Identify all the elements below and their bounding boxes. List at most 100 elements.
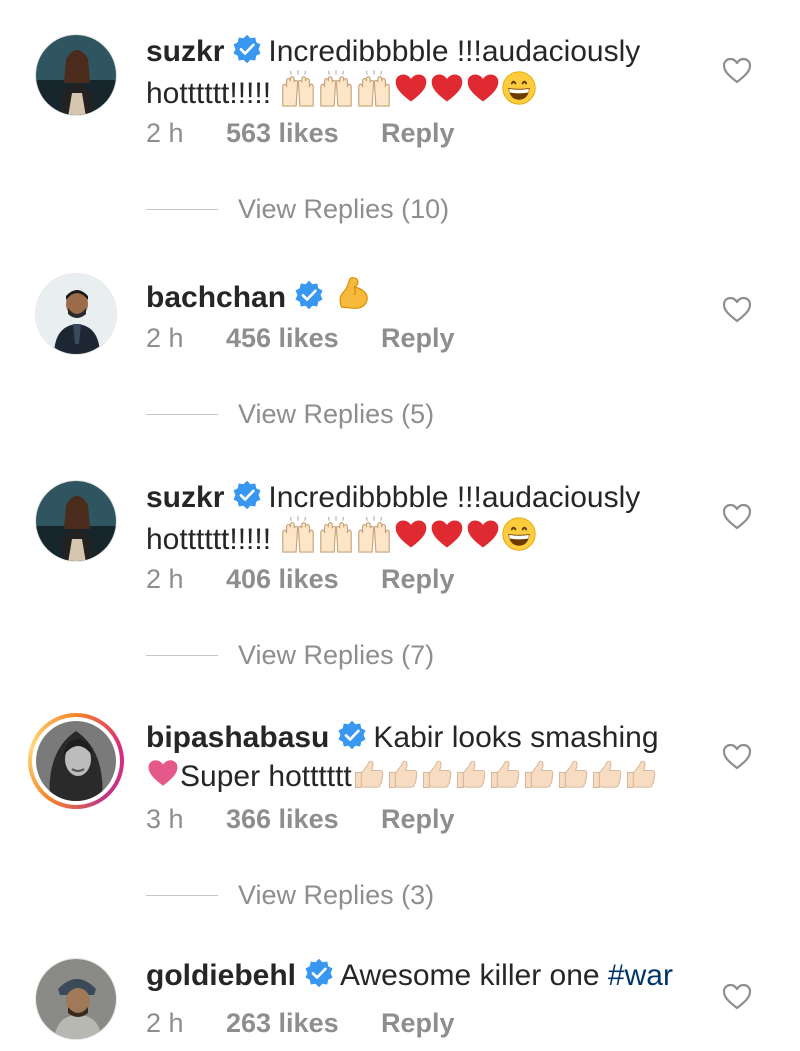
view-replies[interactable]: View Replies (10) xyxy=(146,192,449,226)
raising-hands-emoji xyxy=(317,70,355,108)
like-heart-icon[interactable] xyxy=(722,742,752,772)
reply-button[interactable]: Reply xyxy=(381,802,455,836)
verified-badge-icon xyxy=(337,720,367,750)
view-replies[interactable]: View Replies (3) xyxy=(146,878,434,912)
like-heart-icon[interactable] xyxy=(722,295,752,325)
view-replies-label[interactable]: View Replies (10) xyxy=(238,194,449,225)
like-heart-icon[interactable] xyxy=(722,56,752,86)
avatar[interactable] xyxy=(28,713,124,809)
comment-meta: 3 h 366 likes Reply xyxy=(146,802,455,836)
red-heart-emoji xyxy=(429,516,465,552)
thumbs-up-emoji xyxy=(352,757,386,791)
username[interactable]: suzkr xyxy=(146,35,224,68)
like-heart-icon[interactable] xyxy=(722,502,752,532)
comment-meta: 2 h 456 likes Reply xyxy=(146,321,455,355)
thumbs-up-emoji xyxy=(454,757,488,791)
emoji-row xyxy=(279,70,537,108)
comment-text: Kabir looks smashing xyxy=(373,721,659,754)
red-heart-emoji xyxy=(465,516,501,552)
thumbs-up-emoji xyxy=(556,757,590,791)
username[interactable]: bipashabasu xyxy=(146,721,329,754)
divider-line xyxy=(146,413,218,415)
emoji-row xyxy=(352,757,658,791)
comment-text-block: bachchan xyxy=(146,273,716,316)
divider-line xyxy=(146,208,218,210)
username[interactable]: suzkr xyxy=(146,481,224,514)
divider-line xyxy=(146,654,218,656)
comment-text-block: bipashabasu Kabir looks smashing Super ho… xyxy=(146,720,716,795)
flexed-biceps-emoji xyxy=(334,273,372,311)
hashtag-link[interactable]: #war xyxy=(608,959,673,992)
comment-text-block: goldiebehl Awesome killer one #war xyxy=(146,958,716,994)
comment-body: suzkr Incredibbbble !!!audaciously hotttt… xyxy=(146,34,716,112)
likes-count[interactable]: 263 likes xyxy=(226,1006,381,1040)
pink-heart-emoji xyxy=(146,756,180,790)
raising-hands-emoji xyxy=(355,70,393,108)
comment-text-block: suzkr Incredibbbble !!!audaciously hotttt… xyxy=(146,34,716,112)
view-replies[interactable]: View Replies (7) xyxy=(146,638,434,672)
reply-button[interactable]: Reply xyxy=(381,321,455,355)
view-replies-label[interactable]: View Replies (3) xyxy=(238,880,434,911)
verified-badge-icon xyxy=(232,34,262,64)
avatar-image xyxy=(36,35,116,115)
thumbs-up-emoji xyxy=(386,757,420,791)
username[interactable]: bachchan xyxy=(146,281,286,314)
reply-button[interactable]: Reply xyxy=(381,116,455,150)
verified-badge-icon xyxy=(232,480,262,510)
comment-text: Awesome killer one xyxy=(340,959,600,992)
raising-hands-emoji xyxy=(317,516,355,554)
comment-body: goldiebehl Awesome killer one #war xyxy=(146,958,716,994)
red-heart-emoji xyxy=(429,70,465,106)
divider-line xyxy=(146,894,218,896)
view-replies-label[interactable]: View Replies (5) xyxy=(238,399,434,430)
raising-hands-emoji xyxy=(279,516,317,554)
avatar[interactable] xyxy=(35,480,117,562)
likes-count[interactable]: 366 likes xyxy=(226,802,381,836)
comment-time: 2 h xyxy=(146,1008,184,1038)
thumbs-up-emoji xyxy=(420,757,454,791)
view-replies-label[interactable]: View Replies (7) xyxy=(238,640,434,671)
comments-feed: suzkr Incredibbbble !!!audaciously hotttt… xyxy=(0,0,800,1051)
avatar[interactable] xyxy=(35,958,117,1040)
like-heart-icon[interactable] xyxy=(722,982,752,1012)
grinning-face-emoji xyxy=(501,70,537,106)
verified-badge-icon xyxy=(294,280,324,310)
comment-meta: 2 h 406 likes Reply xyxy=(146,562,455,596)
comment-text-block: suzkr Incredibbbble !!!audaciously hotttt… xyxy=(146,480,716,558)
thumbs-up-emoji xyxy=(624,757,658,791)
view-replies[interactable]: View Replies (5) xyxy=(146,397,434,431)
thumbs-up-emoji xyxy=(522,757,556,791)
grinning-face-emoji xyxy=(501,516,537,552)
avatar-image xyxy=(36,959,116,1039)
likes-count[interactable]: 456 likes xyxy=(226,321,381,355)
avatar[interactable] xyxy=(35,273,117,355)
comment-meta: 2 h 563 likes Reply xyxy=(146,116,455,150)
likes-count[interactable]: 406 likes xyxy=(226,562,381,596)
comment-meta: 2 h 263 likes Reply xyxy=(146,1006,455,1040)
comment-time: 2 h xyxy=(146,323,184,353)
avatar-image xyxy=(36,481,116,561)
avatar[interactable] xyxy=(35,34,117,116)
reply-button[interactable]: Reply xyxy=(381,562,455,596)
avatar-image xyxy=(36,721,116,801)
raising-hands-emoji xyxy=(279,70,317,108)
likes-count[interactable]: 563 likes xyxy=(226,116,381,150)
thumbs-up-emoji xyxy=(488,757,522,791)
comment-body: bipashabasu Kabir looks smashing Super ho… xyxy=(146,720,716,795)
username[interactable]: goldiebehl xyxy=(146,959,296,992)
comment-text: Super hotttttt xyxy=(180,760,352,793)
comment-body: suzkr Incredibbbble !!!audaciously hotttt… xyxy=(146,480,716,558)
thumbs-up-emoji xyxy=(590,757,624,791)
avatar-image xyxy=(36,274,116,354)
red-heart-emoji xyxy=(393,70,429,106)
red-heart-emoji xyxy=(393,516,429,552)
comment-body: bachchan xyxy=(146,273,716,316)
comment-time: 2 h xyxy=(146,564,184,594)
comment-time: 2 h xyxy=(146,118,184,148)
reply-button[interactable]: Reply xyxy=(381,1006,455,1040)
emoji-row xyxy=(279,516,537,554)
raising-hands-emoji xyxy=(355,516,393,554)
avatar-story-ring xyxy=(32,717,120,805)
verified-badge-icon xyxy=(304,958,334,988)
comment-time: 3 h xyxy=(146,804,184,834)
